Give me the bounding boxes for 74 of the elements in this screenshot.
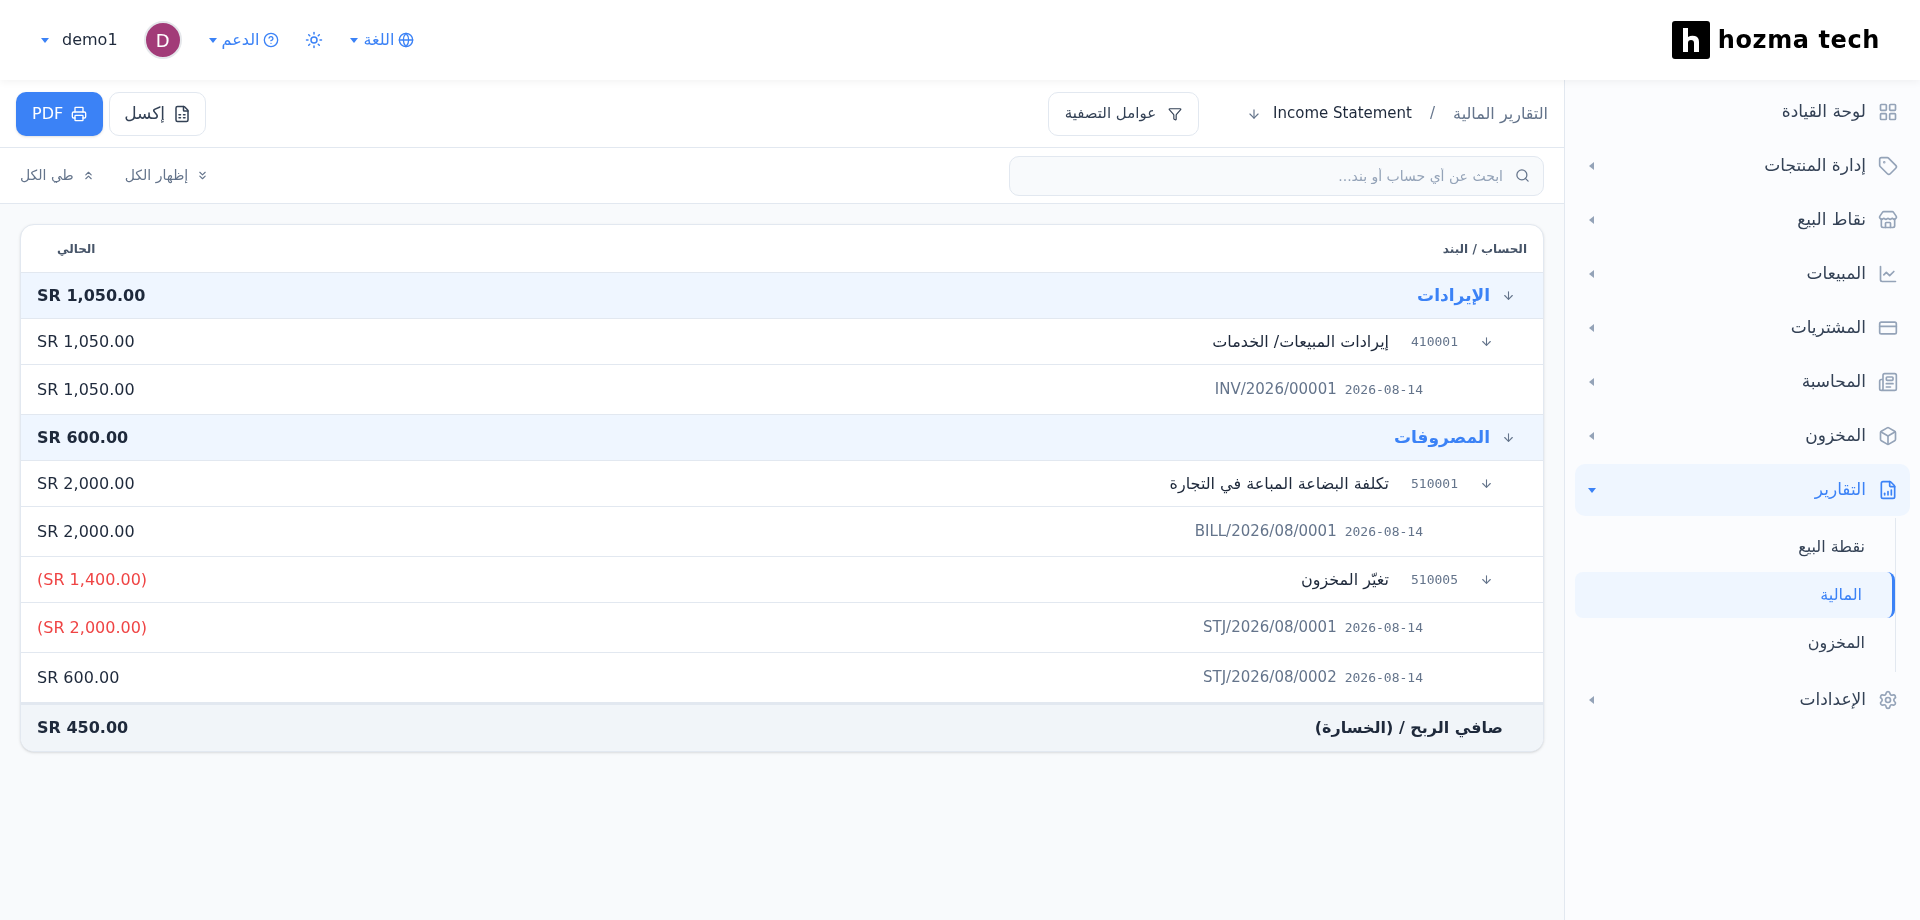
collapse-all-button[interactable]: طي الكل	[20, 165, 95, 186]
sun-icon[interactable]	[305, 31, 324, 49]
column-header: الحساب / البند	[1442, 240, 1527, 258]
entry-reference[interactable]: STJ/2026/08/0002	[1203, 666, 1337, 689]
entry-reference[interactable]: STJ/2026/08/0001	[1203, 616, 1337, 639]
submenu-item[interactable]: المخزون	[1575, 620, 1895, 666]
arrow-down-icon	[1502, 289, 1515, 302]
total-label: صافي الربح / (الخسارة)	[1314, 717, 1503, 740]
arrow-down-icon	[1480, 573, 1493, 586]
breadcrumb-link[interactable]: التقارير المالية	[1453, 101, 1548, 126]
sidebar-item[interactable]: المخزون	[1575, 410, 1910, 462]
excel-button[interactable]: إكسل	[109, 91, 207, 136]
tag-icon	[1878, 156, 1898, 176]
logo-text: hozma tech	[1717, 25, 1880, 56]
account-name[interactable]: إيرادات المبيعات/ الخدمات	[1212, 329, 1390, 354]
entry-date: 2026-08-14	[1344, 380, 1423, 399]
globe-icon	[398, 32, 415, 48]
spreadsheet-icon	[173, 104, 192, 123]
account-code: 510005	[1411, 570, 1458, 589]
card-icon	[1878, 318, 1898, 338]
amount-cell-text: (SR 1,400.00)	[37, 568, 148, 591]
printer-icon	[71, 105, 88, 122]
amount-cell-text: SR 1,050.00	[37, 330, 135, 353]
search-icon	[1515, 167, 1530, 183]
amount-cell-text: SR 600.00	[37, 426, 129, 449]
submenu-item[interactable]: نقطة البيع	[1575, 524, 1895, 570]
sidebar-item[interactable]: المشتريات	[1575, 302, 1910, 354]
expand-all-button[interactable]: إظهار الكل	[124, 165, 210, 186]
amount-cell-text: SR 1,050.00	[37, 378, 135, 401]
sidebar-item[interactable]: المحاسبة	[1575, 356, 1910, 408]
amount-cell-text: SR 2,000.00	[37, 472, 135, 495]
arrow-down-icon	[1502, 431, 1515, 444]
grid-icon	[1878, 102, 1898, 122]
amount-cell-text: SR 2,000.00	[37, 520, 135, 543]
sidebar-item[interactable]: الإعدادات	[1575, 674, 1910, 726]
column-header: الحالي	[56, 240, 96, 258]
amount-cell-text: SR 600.00	[37, 666, 120, 689]
amount-cell-text: SR 450.00	[37, 717, 129, 739]
entry-date: 2026-08-14	[1344, 668, 1423, 687]
account-code: 410001	[1411, 332, 1458, 351]
caret-icon	[40, 35, 50, 45]
store-icon	[1878, 210, 1898, 230]
avatar[interactable]: D	[143, 21, 182, 59]
arrow-down-icon	[1480, 477, 1493, 490]
user-menu[interactable]: demo1	[40, 28, 118, 52]
box-icon	[1878, 426, 1898, 446]
caret-icon	[207, 35, 218, 45]
sidebar-item[interactable]: لوحة القيادة	[1575, 86, 1910, 138]
filter-icon	[1168, 106, 1183, 121]
account-name[interactable]: تكلفة البضاعة المباعة في التجارة	[1169, 471, 1390, 496]
settings-icon	[1878, 690, 1898, 710]
sidebar-item[interactable]: المبيعات	[1575, 248, 1910, 300]
entry-reference[interactable]: INV/2026/00001	[1214, 378, 1337, 401]
help-icon	[263, 32, 280, 48]
account-code: 510001	[1411, 474, 1458, 493]
account-name[interactable]: تغيّر المخزون	[1300, 567, 1390, 592]
report-selector[interactable]: Income Statement	[1247, 102, 1412, 125]
document-icon	[1878, 372, 1898, 392]
entry-reference[interactable]: BILL/2026/08/0001	[1194, 520, 1337, 543]
bar-chart-icon	[1878, 480, 1898, 500]
amount-cell-text: (SR 2,000.00)	[37, 616, 148, 639]
support-menu[interactable]: الدعم	[207, 28, 280, 52]
pdf-button[interactable]: PDF	[16, 91, 104, 136]
entry-date: 2026-08-14	[1344, 522, 1423, 541]
breadcrumb-separator: /	[1430, 103, 1436, 125]
entry-date: 2026-08-14	[1344, 618, 1423, 637]
language-menu[interactable]: اللغة	[349, 28, 415, 52]
line-chart-icon	[1878, 264, 1898, 284]
filters-button[interactable]: عوامل التصفية	[1047, 91, 1200, 136]
caret-icon	[349, 35, 360, 45]
arrow-down-icon	[1480, 335, 1493, 348]
sidebar-item[interactable]: إدارة المنتجات	[1575, 140, 1910, 192]
sidebar-item[interactable]: نقاط البيع	[1575, 194, 1910, 246]
amount-cell-text: SR 1,050.00	[37, 284, 146, 307]
